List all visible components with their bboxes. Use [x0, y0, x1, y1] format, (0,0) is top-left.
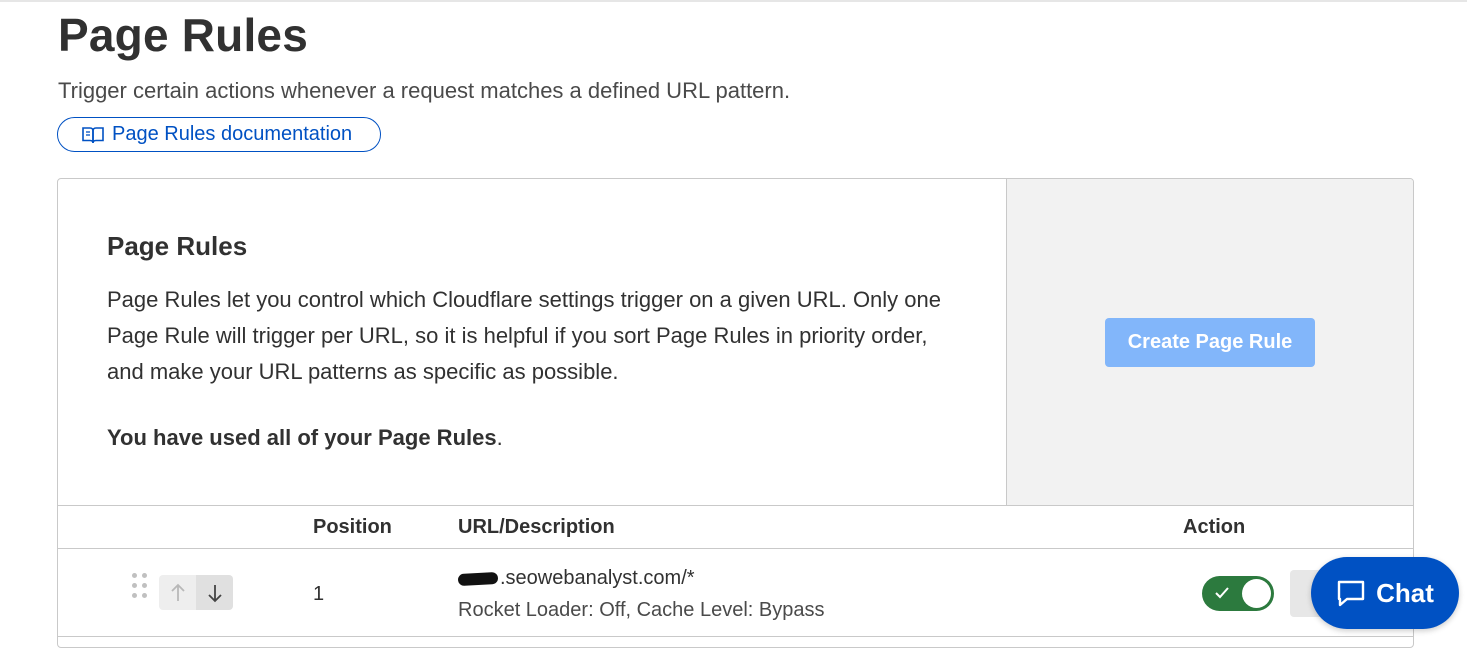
page-subtitle: Trigger certain actions whenever a reque…: [58, 78, 791, 103]
toggle-knob: [1242, 579, 1271, 608]
top-border: [0, 0, 1467, 2]
chat-button[interactable]: Chat: [1311, 557, 1459, 629]
rule-position: 1: [313, 583, 325, 605]
page-rules-documentation-link[interactable]: Page Rules documentation: [57, 117, 381, 152]
chat-bubble-icon: [1336, 579, 1366, 607]
move-down-button[interactable]: [196, 575, 233, 610]
rule-settings: Rocket Loader: Off, Cache Level: Bypass: [458, 599, 825, 621]
rule-url: .seowebanalyst.com/*: [457, 567, 695, 590]
arrow-down-icon: [207, 584, 222, 602]
card-description: Page Rules let you control which Cloudfl…: [107, 287, 942, 384]
arrow-up-icon: [170, 583, 185, 601]
page-rules-limit-notice: You have used all of your Page Rules.: [107, 425, 503, 451]
card-info-panel: Page Rules Page Rules let you control wh…: [58, 179, 1006, 505]
redaction-mark: [457, 571, 499, 586]
table-header: Position URL/Description Action: [58, 505, 1413, 549]
card-action-panel: Create Page Rule: [1006, 179, 1413, 505]
doc-link-label: Page Rules documentation: [112, 123, 353, 145]
check-icon: [1215, 587, 1229, 599]
move-up-button[interactable]: [159, 575, 196, 610]
column-header-position: Position: [313, 516, 392, 538]
reorder-buttons: [159, 575, 233, 610]
column-header-url: URL/Description: [458, 516, 615, 538]
chat-label: Chat: [1376, 577, 1434, 608]
card-heading: Page Rules: [107, 231, 248, 261]
page-title: Page Rules: [58, 9, 308, 61]
book-icon: [82, 126, 104, 144]
limit-notice-bold: You have used all of your Page Rules: [107, 425, 497, 450]
drag-handle-icon[interactable]: [132, 573, 148, 605]
rule-enabled-toggle[interactable]: [1202, 576, 1274, 611]
create-page-rule-button[interactable]: Create Page Rule: [1105, 318, 1315, 367]
column-header-action: Action: [1183, 516, 1246, 538]
rule-url-text: .seowebanalyst.com/*: [500, 567, 695, 589]
limit-notice-end: .: [496, 425, 503, 450]
table-row: 1 .seowebanalyst.com/* Rocket Loader: Of…: [58, 549, 1413, 637]
page-rules-card: Page Rules Page Rules let you control wh…: [57, 178, 1414, 648]
